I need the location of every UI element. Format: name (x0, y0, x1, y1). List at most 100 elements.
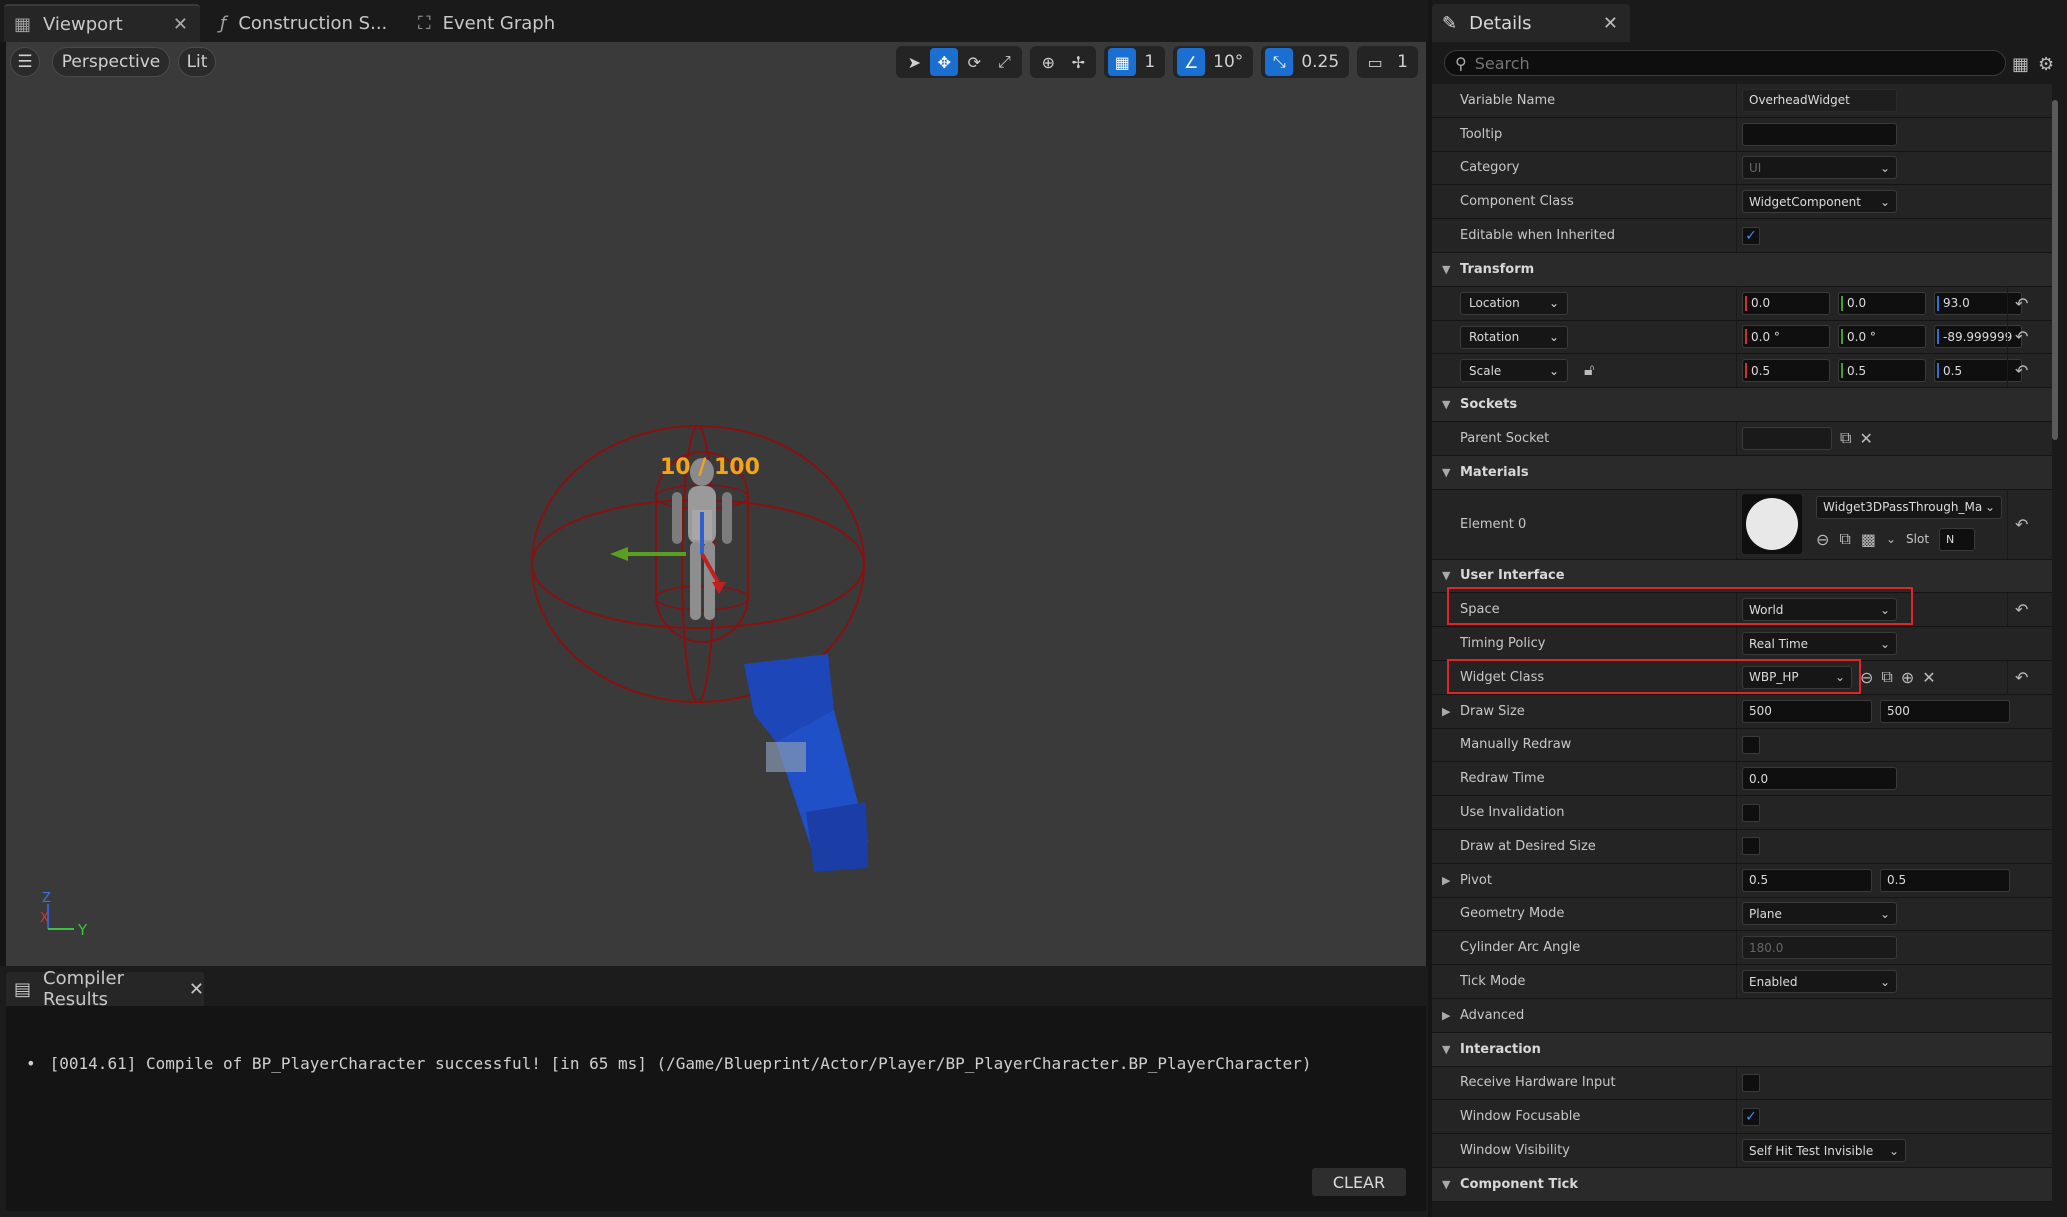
rotation-x-field[interactable]: 0.0 ° (1742, 325, 1830, 349)
reset-icon[interactable]: ↶ (2015, 321, 2028, 354)
redraw-time-field[interactable]: 0.0 (1742, 767, 1897, 791)
tooltip-field[interactable] (1742, 122, 1897, 146)
tab-details[interactable]: ✎ Details ✕ (1432, 4, 1630, 42)
reset-icon[interactable]: ↶ (2015, 593, 2028, 626)
prop-window-focusable: Window Focusable ✓ (1432, 1100, 2052, 1135)
rotation-dropdown[interactable]: Rotation ⌄ (1460, 325, 1568, 349)
close-icon[interactable]: ✕ (173, 14, 188, 35)
window-visibility-dropdown[interactable]: Self Hit Test Invisible ⌄ (1742, 1139, 1906, 1162)
clear-button[interactable]: CLEAR (1312, 1168, 1406, 1196)
collapse-icon: ▼ (1442, 398, 1451, 412)
receive-hardware-checkbox[interactable] (1742, 1073, 1760, 1092)
parent-socket-field[interactable] (1742, 426, 1832, 450)
add-icon[interactable]: ⊕ (1901, 668, 1914, 687)
slot-field[interactable]: N (1939, 527, 1976, 551)
rotation-y-field[interactable]: 0.0 ° (1838, 325, 1926, 349)
browse-icon[interactable]: ⧉ (1839, 529, 1850, 549)
clear-icon[interactable]: ✕ (1922, 668, 1935, 687)
tab-event-graph[interactable]: ⛶ Event Graph (408, 4, 588, 42)
location-y-field[interactable]: 0.0 (1838, 291, 1926, 315)
window-focusable-checkbox[interactable]: ✓ (1742, 1107, 1760, 1126)
close-icon[interactable]: ✕ (1603, 13, 1618, 34)
scale-z-field[interactable]: 0.5 (1934, 359, 2022, 383)
material-dropdown[interactable]: Widget3DPassThrough_Ma ⌄ (1816, 495, 2002, 519)
camera-icon[interactable]: ▭ (1361, 48, 1389, 76)
scale-snap-value[interactable]: 0.25 (1295, 52, 1345, 72)
viewport[interactable]: 10 / 100 Z X Y ☰ Perspective Lit ➤ ✥ ⟳ ⤢… (6, 42, 1426, 966)
search-input[interactable] (1474, 53, 1955, 73)
select-tool-icon[interactable]: ➤ (900, 48, 928, 76)
use-selected-icon[interactable]: ⊖ (1860, 668, 1873, 687)
scale-x-field[interactable]: 0.5 (1742, 359, 1830, 383)
surface-snap-icon[interactable]: ✢ (1064, 48, 1092, 76)
location-z-field[interactable]: 93.0 (1934, 291, 2022, 315)
scale-tool-icon[interactable]: ⤢ (990, 48, 1018, 76)
grid-snap-value[interactable]: 1 (1138, 52, 1161, 72)
scale-snap-icon[interactable]: ⤡ (1265, 48, 1294, 76)
location-x-field[interactable]: 0.0 (1742, 291, 1830, 315)
perspective-button[interactable]: Perspective (52, 47, 170, 77)
draw-size-x-field[interactable]: 500 (1742, 699, 1872, 723)
gizmo-y-arrow[interactable] (610, 547, 628, 561)
viewport-options-button[interactable]: ☰ (10, 47, 40, 77)
category-sockets[interactable]: ▼ Sockets (1432, 388, 2052, 422)
table-view-icon[interactable]: ▦ (2012, 54, 2029, 75)
material-thumbnail[interactable] (1742, 493, 1802, 554)
camera-speed-value[interactable]: 1 (1391, 52, 1414, 72)
angle-snap-icon[interactable]: ∠ (1177, 48, 1206, 76)
world-space-icon[interactable]: ⊕ (1034, 48, 1062, 76)
scene-view[interactable]: 10 / 100 Z X Y (6, 42, 1426, 966)
scale-y-field[interactable]: 0.5 (1838, 359, 1926, 383)
angle-snap-value[interactable]: 10° (1207, 52, 1249, 72)
rotation-z-field[interactable]: -89.999999 (1934, 325, 2022, 349)
details-scrollbar[interactable] (2052, 100, 2058, 440)
camera-component-mesh[interactable] (744, 654, 868, 872)
clear-icon[interactable]: ✕ (1859, 429, 1872, 448)
expand-icon[interactable]: ▶ (1442, 695, 1450, 728)
reset-icon[interactable]: ↶ (2015, 354, 2028, 387)
manually-redraw-checkbox[interactable] (1742, 735, 1760, 754)
tab-construction-script[interactable]: ƒ Construction S... (210, 4, 390, 42)
tick-mode-dropdown[interactable]: Enabled ⌄ (1742, 970, 1897, 994)
close-icon[interactable]: ✕ (189, 979, 204, 1000)
function-icon: ƒ (220, 12, 227, 34)
use-selected-icon[interactable]: ⊖ (1816, 530, 1829, 549)
draw-desired-checkbox[interactable] (1742, 837, 1760, 856)
lock-icon[interactable]: 🔓︎ (1584, 360, 1594, 380)
chevron-down-icon: ⌄ (1879, 194, 1890, 209)
reset-icon[interactable]: ↶ (2015, 287, 2028, 320)
geometry-mode-dropdown[interactable]: Plane ⌄ (1742, 902, 1897, 926)
browse-icon[interactable]: ⧉ (1881, 667, 1892, 687)
expand-icon[interactable]: ▶ (1442, 864, 1450, 897)
rotate-tool-icon[interactable]: ⟳ (960, 48, 988, 76)
scale-dropdown[interactable]: Scale ⌄ (1460, 359, 1568, 383)
category-dropdown[interactable]: UI ⌄ (1742, 156, 1897, 180)
category-component-tick[interactable]: ▼ Component Tick (1432, 1167, 2052, 1202)
use-invalidation-checkbox[interactable] (1742, 803, 1760, 822)
timing-policy-dropdown[interactable]: Real Time ⌄ (1742, 632, 1897, 656)
location-dropdown[interactable]: Location ⌄ (1460, 291, 1568, 315)
pivot-y-field[interactable]: 0.5 (1880, 868, 2010, 892)
gear-icon[interactable]: ⚙ (2038, 54, 2054, 75)
tab-compiler-results[interactable]: ▤ Compiler Results ✕ (6, 968, 204, 1010)
tab-viewport[interactable]: ▦ Viewport ✕ (4, 4, 200, 42)
category-interaction[interactable]: ▼ Interaction (1432, 1032, 2052, 1067)
category-transform[interactable]: ▼ Transform (1432, 252, 2052, 287)
chevron-down-icon[interactable]: ⌄ (1886, 532, 1896, 546)
component-class-dropdown[interactable]: WidgetComponent ⌄ (1742, 190, 1897, 214)
reset-icon[interactable]: ↶ (2015, 490, 2028, 559)
browse-socket-icon[interactable]: ⧉ (1840, 428, 1851, 448)
pivot-x-field[interactable]: 0.5 (1742, 868, 1872, 892)
translate-tool-icon[interactable]: ✥ (930, 48, 959, 76)
slot-label: Slot (1906, 532, 1930, 547)
prop-advanced[interactable]: ▶ Advanced (1432, 998, 2052, 1033)
variable-name-field[interactable]: OverheadWidget (1742, 88, 1897, 112)
editable-checkbox[interactable]: ✓ (1742, 226, 1760, 245)
reset-icon[interactable]: ↶ (2015, 661, 2028, 694)
search-box[interactable]: ⚲ (1444, 50, 2006, 76)
grid-snap-icon[interactable]: ▦ (1108, 48, 1137, 76)
checker-icon[interactable]: ▩ (1861, 530, 1876, 549)
view-mode-button[interactable]: Lit (178, 47, 216, 77)
category-materials[interactable]: ▼ Materials (1432, 455, 2052, 490)
draw-size-y-field[interactable]: 500 (1880, 699, 2010, 723)
